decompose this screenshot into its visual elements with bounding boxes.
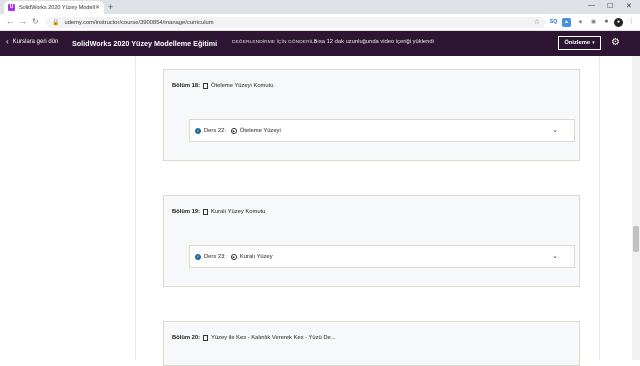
section-label: Bölüm 20: [172, 335, 201, 341]
extension-cloud-icon[interactable]: ▲ [562, 18, 571, 27]
check-circle-icon: ✓ [195, 253, 201, 260]
section-label: Bölüm 19: [172, 209, 201, 215]
course-header: ‹ Kurslara geri dön SolidWorks 2020 Yüze… [0, 31, 640, 56]
video-content-info: 5 sa 12 dak uzunluğunda video içeriği yü… [314, 39, 434, 45]
play-circle-icon: ▶ [230, 127, 237, 134]
section-name: Yüzey ile Kes - Kalınlık Vererek Kes - Y… [211, 335, 336, 341]
review-status: DEĞERLENDİRME İÇİN GÖNDERİLDİ [232, 40, 319, 45]
window-close-icon[interactable]: ✕ [626, 2, 632, 10]
scrollbar-thumb[interactable] [633, 226, 639, 252]
lecture-item[interactable]: ✓ Ders 23: ▶ Kuralı Yüzey ⌄ [189, 245, 575, 268]
address-bar[interactable]: 🔒 udemy.com/instructor/course/3900854/ma… [46, 17, 546, 28]
close-tab-icon[interactable]: ✕ [95, 4, 100, 11]
browser-menu-icon[interactable]: ⋮ [627, 18, 636, 27]
maximize-icon[interactable]: ☐ [607, 2, 613, 10]
browser-toolbar: ← → ↻ 🔒 udemy.com/instructor/course/3900… [0, 14, 640, 31]
section-card: Bölüm 18: Öteleme Yüzeyi Komutu ✓ Ders 2… [163, 69, 580, 161]
tab-title: SolidWorks 2020 Yüzey Modelle [19, 4, 95, 11]
section-title[interactable]: Bölüm 19: Kuralı Yüzey Komutu [172, 209, 265, 215]
extension-puzzle-icon[interactable]: ◈ [576, 18, 585, 27]
lock-icon: 🔒 [52, 20, 60, 26]
section-title[interactable]: Bölüm 20: Yüzey ile Kes - Kalınlık Verer… [172, 335, 336, 341]
section-title[interactable]: Bölüm 18: Öteleme Yüzeyi Komutu [172, 83, 273, 89]
lecture-label: Ders 23: [204, 253, 226, 260]
section-label: Bölüm 18: [172, 83, 201, 89]
preview-button[interactable]: Önizleme ▾ [558, 36, 601, 50]
extensions-icon[interactable]: ✱ [602, 18, 611, 27]
document-icon [203, 83, 209, 89]
section-name: Kuralı Yüzey Komutu [211, 209, 266, 215]
back-label: Kurslara geri dön [12, 39, 59, 45]
browser-tab[interactable]: U SolidWorks 2020 Yüzey Modelle ✕ [4, 1, 104, 14]
document-icon [203, 209, 209, 215]
extension-sq-icon[interactable]: SQ [549, 18, 558, 27]
gear-icon[interactable]: ⚙ [611, 37, 620, 48]
lecture-label: Ders 22: [204, 127, 226, 134]
play-circle-icon: ▶ [230, 253, 237, 260]
lecture-title: Öteleme Yüzeyi [239, 127, 281, 134]
document-icon [203, 335, 209, 341]
chevron-down-icon: ▾ [592, 40, 595, 46]
back-arrow-icon[interactable]: ← [6, 17, 14, 26]
section-card: Bölüm 20: Yüzey ile Kes - Kalınlık Verer… [163, 321, 580, 366]
course-title: SolidWorks 2020 Yüzey Modelleme Eğitimi [72, 39, 218, 48]
udemy-favicon-icon: U [8, 4, 15, 11]
chevron-left-icon: ‹ [6, 37, 9, 46]
url-text: udemy.com/instructor/course/3900854/mana… [64, 19, 214, 26]
extension-box-icon[interactable]: ▣ [589, 18, 598, 27]
check-circle-icon: ✓ [195, 127, 201, 134]
minimize-icon[interactable]: — [588, 2, 595, 9]
section-card: Bölüm 19: Kuralı Yüzey Komutu ✓ Ders 23:… [163, 195, 580, 287]
lecture-item[interactable]: ✓ Ders 22: ▶ Öteleme Yüzeyi ⌄ [189, 119, 575, 142]
lecture-title: Kuralı Yüzey [239, 253, 273, 260]
preview-label: Önizleme [564, 40, 591, 46]
profile-avatar[interactable]: ● [614, 18, 623, 27]
forward-arrow-icon[interactable]: → [19, 17, 27, 26]
reload-icon[interactable]: ↻ [32, 17, 39, 26]
new-tab-button[interactable]: + [108, 2, 113, 12]
page-scrollbar[interactable] [632, 56, 640, 360]
browser-tab-bar: U SolidWorks 2020 Yüzey Modelle ✕ + — ☐ … [0, 0, 640, 14]
chevron-down-icon[interactable]: ⌄ [552, 126, 558, 134]
back-to-courses-link[interactable]: ‹ Kurslara geri dön [6, 37, 59, 46]
curriculum-column: Bölüm 18: Öteleme Yüzeyi Komutu ✓ Ders 2… [135, 56, 600, 366]
bookmark-star-icon[interactable]: ☆ [534, 18, 540, 26]
curriculum-area: Bölüm 18: Öteleme Yüzeyi Komutu ✓ Ders 2… [0, 56, 632, 366]
chevron-down-icon[interactable]: ⌄ [552, 252, 558, 260]
section-name: Öteleme Yüzeyi Komutu [211, 83, 274, 89]
